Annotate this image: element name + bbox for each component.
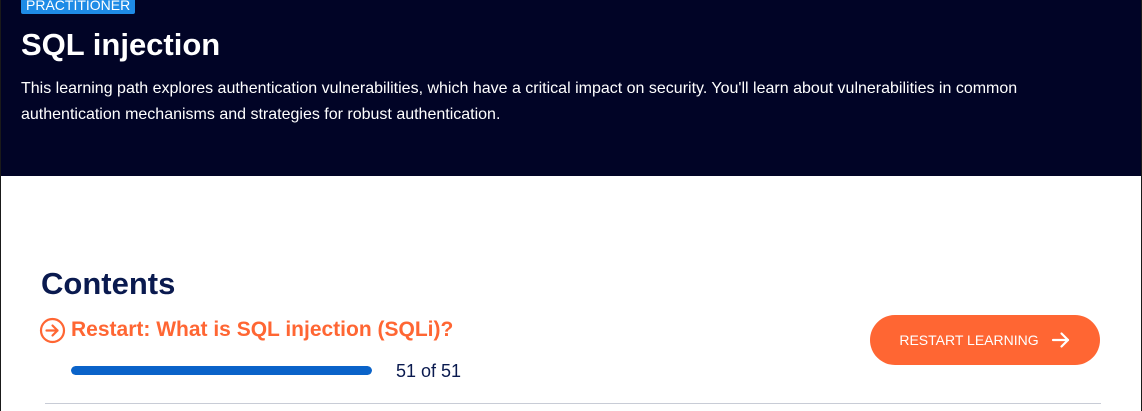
- module-progress-bar: [71, 366, 372, 375]
- restart-learning-button[interactable]: RESTART LEARNING: [870, 315, 1100, 365]
- restart-learning-label: RESTART LEARNING: [899, 332, 1039, 348]
- module-title-link[interactable]: Restart: What is SQL injection (SQLi)?: [71, 316, 453, 344]
- module-item: Restart: What is SQL injection (SQLi)?: [39, 316, 453, 344]
- page: PRACTITIONER SQL injection This learning…: [0, 0, 1142, 411]
- page-title: SQL injection: [21, 27, 221, 62]
- arrow-right-icon: [1051, 330, 1071, 350]
- divider: [45, 403, 1101, 404]
- contents-heading: Contents: [41, 266, 176, 301]
- hero-banner: PRACTITIONER SQL injection This learning…: [1, 0, 1141, 176]
- module-progress-fill: [71, 366, 372, 375]
- arrow-circle-right-icon[interactable]: [39, 317, 66, 344]
- module-progress-text: 51 of 51: [396, 361, 462, 381]
- page-description: This learning path explores authenticati…: [21, 80, 1018, 123]
- level-badge: PRACTITIONER: [21, 0, 136, 14]
